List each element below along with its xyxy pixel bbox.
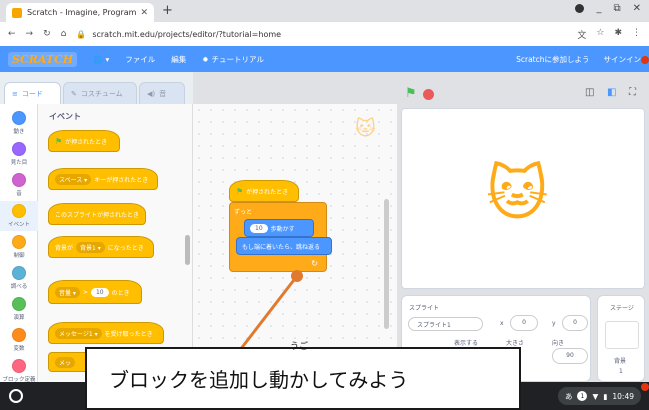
instruction-callout: ブロックを追加し動かしてみよう	[85, 347, 521, 410]
callout-text: ブロックを追加し動かしてみよう	[109, 368, 409, 392]
callout-ruby: うご	[290, 342, 309, 352]
